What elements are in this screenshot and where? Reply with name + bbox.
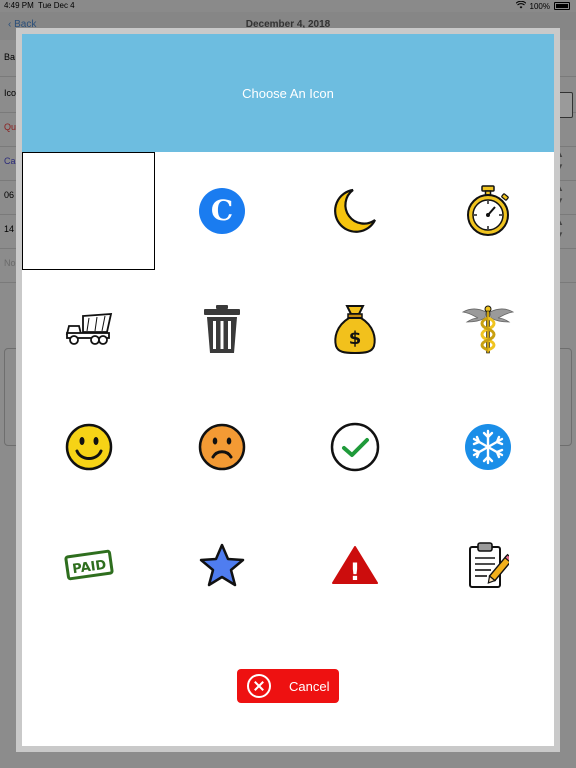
- icon-option-money-bag[interactable]: $: [288, 270, 421, 388]
- paid-stamp-icon: PAID: [63, 549, 114, 581]
- smiley-face-icon: [65, 423, 112, 471]
- icon-option-sad-face[interactable]: [155, 388, 288, 506]
- moon-icon: [333, 188, 376, 233]
- modal-title: Choose An Icon: [242, 85, 334, 101]
- status-time: 4:49 PM: [4, 1, 34, 10]
- icon-option-warning[interactable]: !: [288, 506, 421, 624]
- icon-option-checkmark[interactable]: [288, 388, 421, 506]
- icon-option-snowflake[interactable]: [421, 388, 554, 506]
- modal-header: Choose An Icon: [22, 34, 554, 152]
- icon-option-moon[interactable]: [288, 152, 421, 270]
- icon-option-paid-stamp[interactable]: PAID: [22, 506, 155, 624]
- star-icon: [199, 543, 244, 587]
- cancel-label: Cancel: [289, 678, 330, 694]
- icon-option-blank[interactable]: [22, 152, 155, 270]
- status-bar: 4:49 PM Tue Dec 4 100%: [0, 0, 576, 12]
- icon-picker-modal: Choose An Icon C $ PAID ! Cancel: [22, 34, 554, 746]
- warning-symbol: !: [349, 558, 360, 585]
- cancel-button[interactable]: Cancel: [237, 669, 339, 703]
- money-bag-symbol: $: [348, 328, 361, 349]
- battery-icon: [554, 2, 570, 10]
- stopwatch-icon: [466, 185, 509, 236]
- icon-option-caduceus[interactable]: [421, 270, 554, 388]
- wifi-icon: [515, 0, 526, 11]
- icon-option-letter-c[interactable]: C: [155, 152, 288, 270]
- warning-icon: !: [331, 546, 378, 585]
- letter-c-text: C: [210, 194, 232, 227]
- sad-face-icon: [198, 423, 245, 471]
- clipboard-icon: [468, 542, 509, 588]
- letter-c-icon: C: [198, 188, 245, 234]
- close-circle-icon: [247, 674, 271, 698]
- status-date: Tue Dec 4: [38, 1, 75, 10]
- dump-truck-icon: [65, 313, 112, 345]
- money-bag-icon: $: [333, 305, 376, 354]
- checkmark-circle-icon: [330, 422, 379, 472]
- caduceus-icon: [461, 305, 514, 354]
- trash-can-icon: [203, 305, 240, 353]
- icon-option-trash-can[interactable]: [155, 270, 288, 388]
- snowflake-icon: [464, 424, 511, 470]
- icon-option-dump-truck[interactable]: [22, 270, 155, 388]
- icon-option-smiley[interactable]: [22, 388, 155, 506]
- icon-option-clipboard[interactable]: [421, 506, 554, 624]
- icon-option-stopwatch[interactable]: [421, 152, 554, 270]
- icon-option-star[interactable]: [155, 506, 288, 624]
- battery-percent: 100%: [529, 1, 550, 11]
- status-right: 100%: [515, 0, 570, 11]
